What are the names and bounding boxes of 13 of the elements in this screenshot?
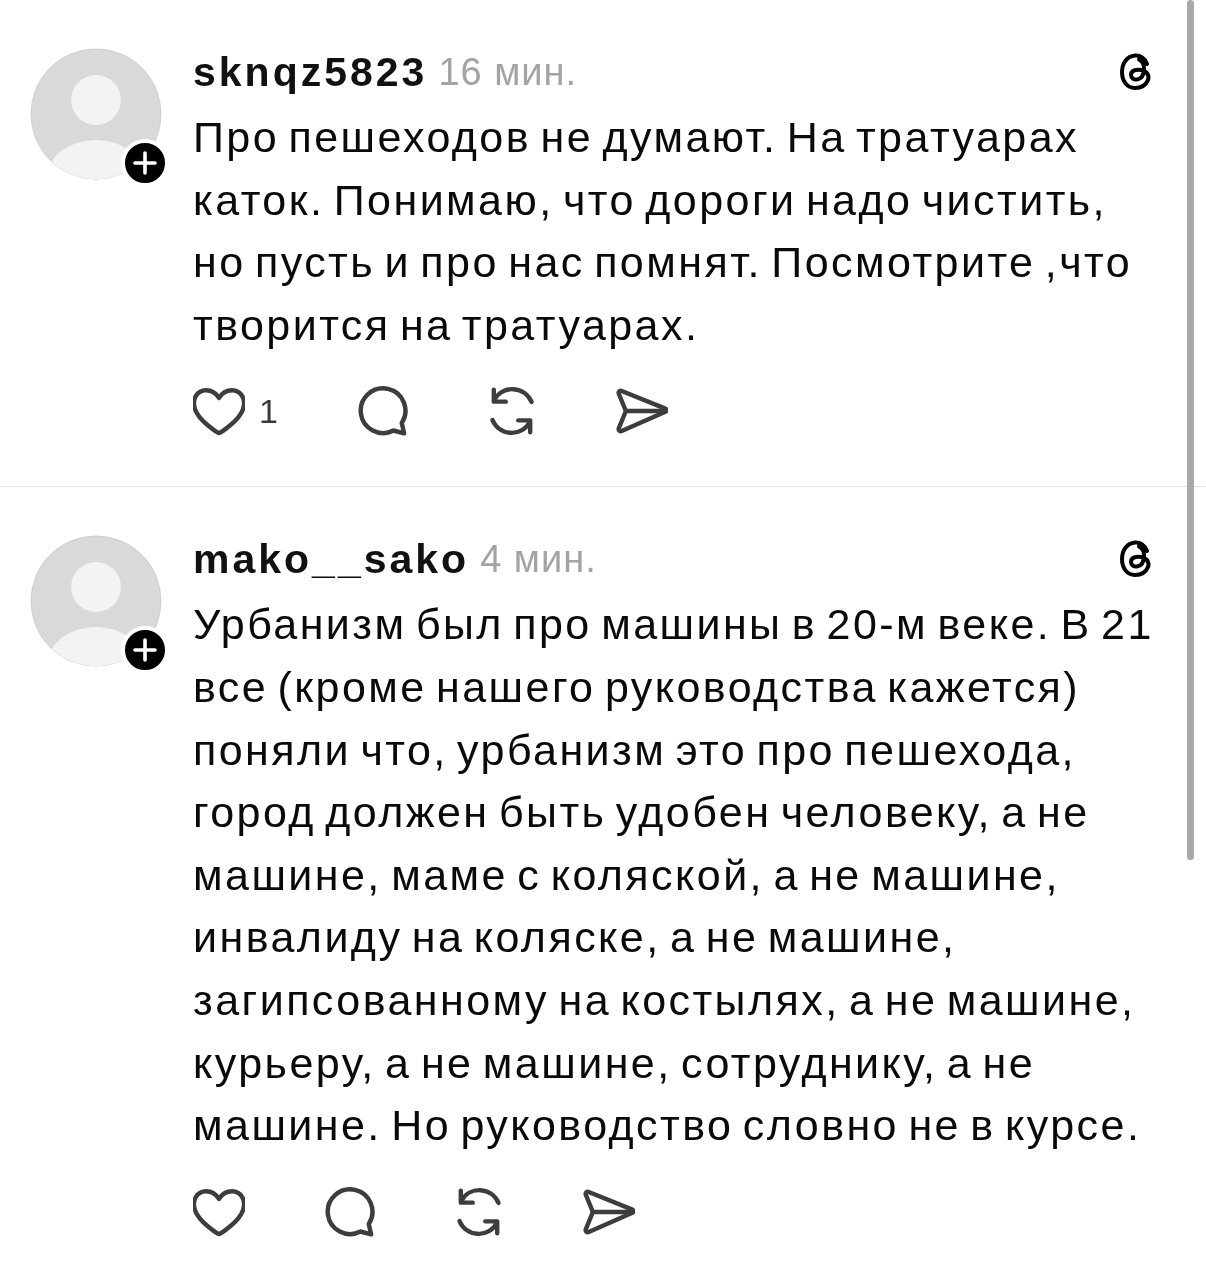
avatar-placeholder[interactable] bbox=[30, 535, 162, 668]
heart-icon[interactable] bbox=[193, 385, 245, 438]
username[interactable]: sknqz5823 bbox=[193, 48, 428, 96]
post-time: 4 мин. bbox=[480, 537, 597, 581]
username[interactable]: mako__sako bbox=[193, 535, 470, 583]
speech-bubble-icon[interactable] bbox=[355, 385, 408, 438]
post-time: 16 мин. bbox=[438, 50, 578, 94]
comment-text: Урбанизм был про машины в 20-м веке. В 21 все (кроме нашего руководства кажется) поняли что, урбанизм это про пешехода, город должен быть удобен человеку, а не машине, маме с коляской, а не машине, инвалиду на коляске, а не машине, загипсованному на костылях, а не машине, курьеру, а не машине, сотруднику, а не машине. Но руководство словно не в курсе. bbox=[193, 599, 1155, 1152]
speech-bubble-icon[interactable] bbox=[323, 1185, 375, 1238]
avatar-placeholder[interactable] bbox=[30, 48, 162, 180]
like-count: 1 bbox=[259, 391, 278, 431]
scrollbar-thumb[interactable] bbox=[1187, 0, 1194, 860]
comment-text: Про пешеходов не думают. На тратуарах каток. Понимаю, что дороги надо чистить, но пусть и про нас помнят. Посмотрите ,что творится на тратуарах. bbox=[193, 112, 1134, 351]
